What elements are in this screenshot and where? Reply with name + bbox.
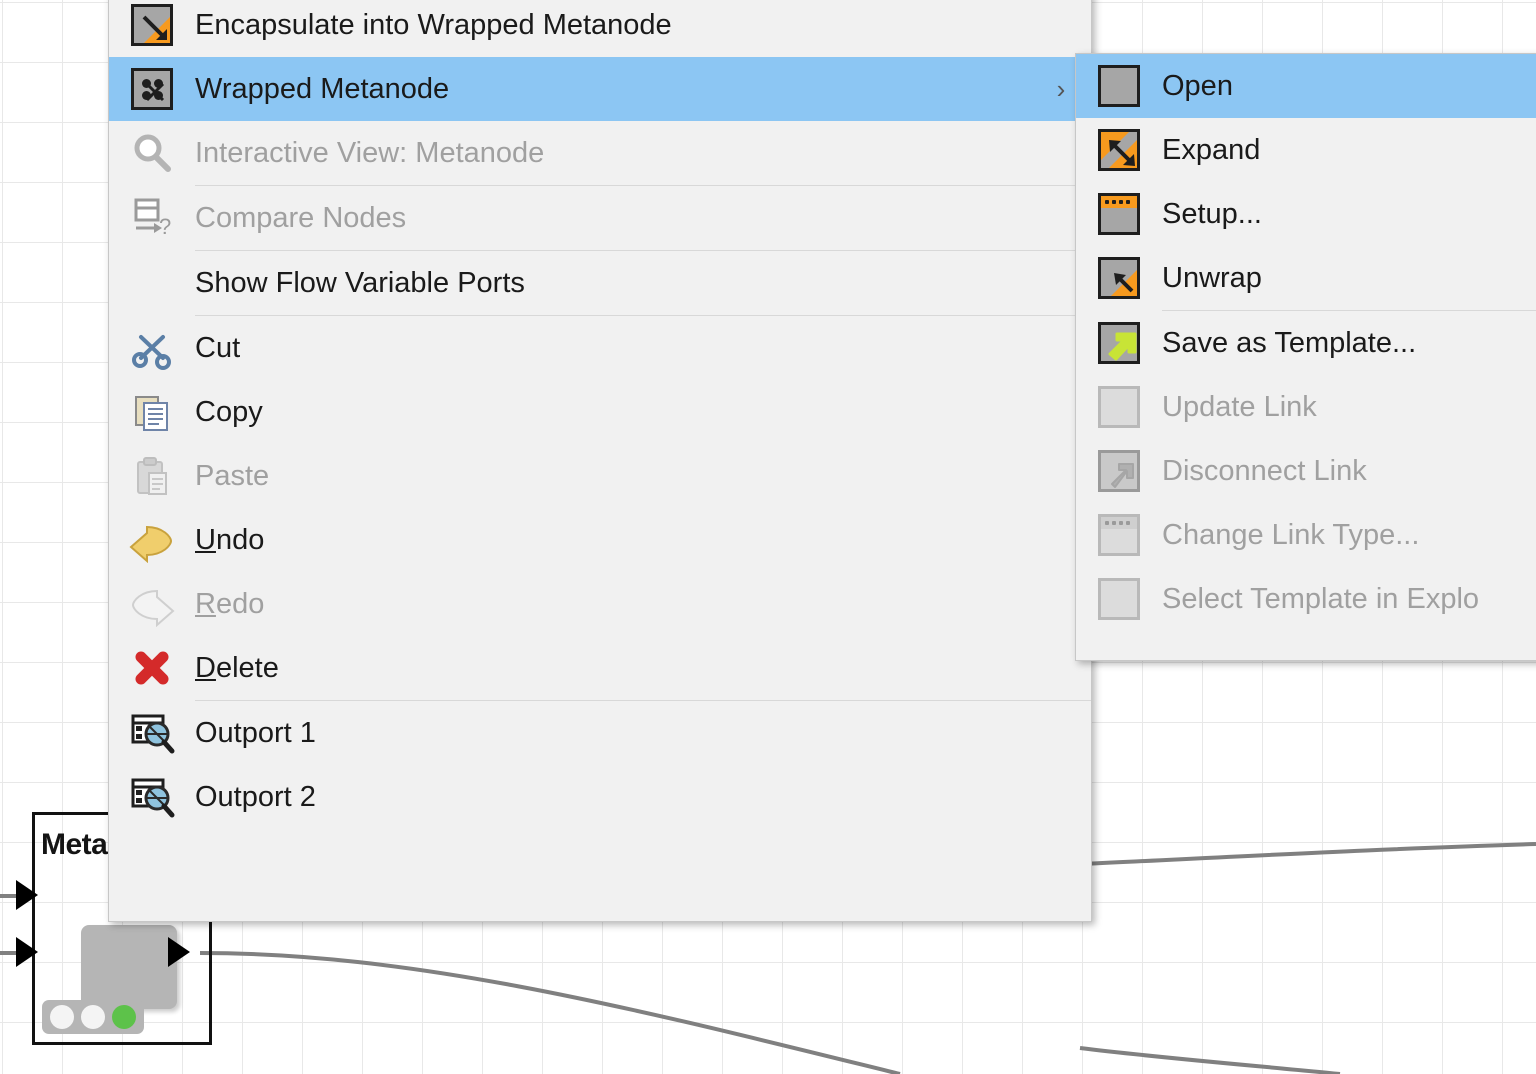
label-rest: edo (215, 587, 265, 620)
red-x-icon (109, 645, 195, 691)
menu-item-label: Change Link Type... (1162, 518, 1420, 551)
table-magnifier-icon (109, 773, 195, 821)
undo-arrow-icon (109, 517, 195, 563)
menu-item-label: Open (1162, 69, 1233, 102)
metanode-output-port-1[interactable] (168, 937, 190, 967)
menu-item-outport-2[interactable]: Outport 2 (109, 765, 1091, 829)
menu-item-label: Unwrap (1162, 261, 1262, 294)
save-template-icon (1076, 322, 1162, 364)
menu-item-interactive-view-metanode: Interactive View: Metanode (109, 121, 1091, 185)
menu-item-encapsulate-into-wrapped-metanode[interactable]: Encapsulate into Wrapped Metanode (109, 0, 1091, 57)
menu-item-label: Save as Template... (1162, 326, 1417, 359)
copy-icon (109, 389, 195, 435)
redo-arrow-icon (109, 581, 195, 627)
menu-item-copy[interactable]: Copy (109, 380, 1091, 444)
accel-char: D (195, 651, 216, 684)
submenu-item-unwrap[interactable]: Unwrap (1076, 246, 1536, 310)
disconnect-link-icon (1076, 450, 1162, 492)
submenu-item-disconnect-link: Disconnect Link (1076, 439, 1536, 503)
menu-item-label: Disconnect Link (1162, 454, 1367, 487)
magnifier-icon (109, 130, 195, 176)
menu-item-compare-nodes: ? Compare Nodes (109, 186, 1091, 250)
menu-item-label: Update Link (1162, 390, 1317, 423)
menu-item-label: Copy (195, 395, 263, 428)
label-rest: elete (215, 651, 279, 684)
select-template-icon (1076, 578, 1162, 620)
menu-item-redo: Redo (109, 572, 1091, 636)
menu-item-label: Setup... (1162, 197, 1262, 230)
submenu-item-open[interactable]: Open (1076, 54, 1536, 118)
menu-item-outport-1[interactable]: Outport 1 (109, 701, 1091, 765)
menu-item-label: Undo (195, 524, 1031, 557)
menu-item-label: Redo (195, 588, 1031, 621)
menu-item-show-flow-variable-ports[interactable]: Show Flow Variable Ports (109, 251, 1091, 315)
setup-icon (1076, 193, 1162, 235)
menu-item-label: Compare Nodes (195, 201, 407, 234)
metanode-input-port-1[interactable] (16, 880, 38, 910)
expand-icon (1076, 129, 1162, 171)
menu-item-paste: Paste (109, 444, 1091, 508)
wrapped-metanode-icon (109, 68, 195, 110)
context-menu[interactable]: Encapsulate into Wrapped Metanode Wrappe… (108, 0, 1092, 922)
unwrap-icon (1076, 257, 1162, 299)
change-link-type-icon (1076, 514, 1162, 556)
encapsulate-icon (109, 4, 195, 46)
menu-item-label: Interactive View: Metanode (195, 136, 545, 169)
metanode-status-bar (42, 1000, 144, 1034)
status-led-executed (112, 1005, 137, 1029)
status-led-queued (80, 1005, 105, 1029)
update-link-icon (1076, 386, 1162, 428)
submenu-item-expand[interactable]: Expand (1076, 118, 1536, 182)
menu-item-delete[interactable]: Delete (109, 636, 1091, 700)
table-magnifier-icon (109, 709, 195, 757)
menu-item-label: Show Flow Variable Ports (195, 266, 525, 299)
metanode-input-port-2[interactable] (16, 937, 38, 967)
menu-item-label: Cut (195, 331, 241, 364)
submenu-item-update-link: Update Link (1076, 375, 1536, 439)
menu-item-label: Outport 2 (195, 780, 316, 813)
svg-text:?: ? (159, 214, 171, 239)
label-rest: ndo (215, 523, 265, 556)
menu-item-wrapped-metanode[interactable]: Wrapped Metanode › (109, 57, 1091, 121)
accel-char: R (195, 587, 216, 620)
menu-item-label: Select Template in Explo (1162, 582, 1480, 615)
submenu-item-setup[interactable]: Setup... (1076, 182, 1536, 246)
metanode-title: Meta (41, 828, 108, 861)
metanode-body[interactable] (81, 925, 177, 1009)
menu-item-cut[interactable]: Cut (109, 316, 1091, 380)
scissors-icon (109, 325, 195, 371)
menu-item-label: Wrapped Metanode (195, 72, 450, 105)
menu-item-label: Paste (195, 459, 270, 492)
compare-nodes-icon: ? (109, 194, 195, 242)
submenu-item-select-template-in-explorer: Select Template in Explo (1076, 567, 1536, 631)
wrapped-metanode-submenu[interactable]: Open Expand Setup... Unwrap Save as Temp… (1075, 53, 1536, 661)
menu-item-label: Delete (195, 652, 1031, 685)
menu-item-undo[interactable]: Undo (109, 508, 1091, 572)
clipboard-icon (109, 453, 195, 499)
menu-item-label: Encapsulate into Wrapped Metanode (195, 8, 672, 41)
accel-char: U (195, 523, 216, 556)
plain-square-icon (1076, 65, 1162, 107)
submenu-item-save-as-template[interactable]: Save as Template... (1076, 311, 1536, 375)
submenu-item-change-link-type: Change Link Type... (1076, 503, 1536, 567)
menu-item-label: Expand (1162, 133, 1261, 166)
menu-item-label: Outport 1 (195, 716, 316, 749)
status-led-idle (49, 1005, 74, 1029)
